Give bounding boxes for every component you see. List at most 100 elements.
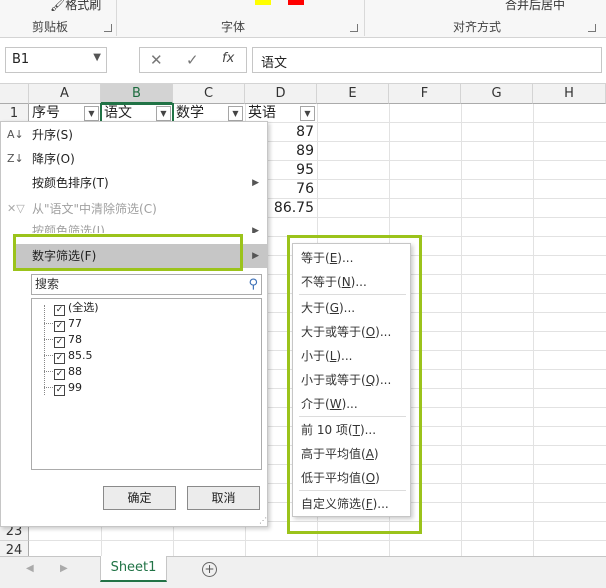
option-label-suffix: )... xyxy=(372,497,389,511)
tree-connector xyxy=(44,387,53,388)
option-label-suffix: )... xyxy=(350,275,367,289)
clear-filter-label: 从"语文"中清除筛选(C) xyxy=(32,202,157,216)
format-painter-button[interactable]: 🖌格式刷 xyxy=(50,0,101,13)
enter-icon[interactable]: ✓ xyxy=(186,51,199,69)
dropdown-arrow-icon: ▼ xyxy=(88,109,95,118)
checkbox-checked-icon[interactable]: ✓ xyxy=(54,385,65,396)
sort-ascending-item[interactable]: A↓ 升序(S) xyxy=(1,123,267,147)
search-icon[interactable]: ⚲ xyxy=(248,275,258,294)
checkbox-checked-icon[interactable]: ✓ xyxy=(54,305,65,316)
accelerator-key: W xyxy=(329,397,342,411)
list-item-select-all[interactable]: ✓ (全选) xyxy=(54,300,99,316)
column-header-e[interactable]: E xyxy=(317,84,389,104)
option-label: 介于( xyxy=(301,397,330,411)
sort-by-color-item[interactable]: 按颜色排序(T) ▶ xyxy=(1,171,267,195)
option-label-suffix: )... xyxy=(359,423,377,437)
accelerator-key: F xyxy=(365,497,373,511)
column-header-b[interactable]: B xyxy=(101,84,173,104)
number-filter-option[interactable]: 等于(E)... xyxy=(301,248,353,268)
merge-center-button[interactable]: 合并后居中 xyxy=(505,0,565,13)
formula-input[interactable]: 语文 xyxy=(252,47,602,73)
filter-dropdown-a[interactable]: ▼ xyxy=(84,106,99,121)
option-label-suffix: )... xyxy=(375,373,392,387)
select-all-corner[interactable] xyxy=(0,84,29,104)
menu-separator xyxy=(299,294,406,295)
filter-by-color-item[interactable]: 按颜色筛选(I) ▶ xyxy=(1,219,267,233)
checkbox-checked-icon[interactable]: ✓ xyxy=(54,353,65,364)
option-label: 不等于( xyxy=(301,275,342,289)
column-header-d[interactable]: D xyxy=(245,84,317,104)
option-label: 小于( xyxy=(301,349,330,363)
clipboard-launcher-icon[interactable] xyxy=(104,24,112,32)
option-label-suffix: ) xyxy=(375,471,380,485)
filter-dropdown-b[interactable]: ▼ xyxy=(156,106,171,121)
tab-sheet1[interactable]: Sheet1 xyxy=(100,556,167,582)
ok-button[interactable]: 确定 xyxy=(103,486,176,510)
fill-color-swatch[interactable] xyxy=(288,0,304,5)
number-filter-option[interactable]: 介于(W)... xyxy=(301,394,358,414)
filter-dropdown-d[interactable]: ▼ xyxy=(300,106,315,121)
option-label-suffix: ) xyxy=(373,447,379,461)
sort-descending-item[interactable]: Z↓ 降序(O) xyxy=(1,147,267,171)
accelerator-key: O xyxy=(365,325,376,339)
font-group-label: 字体 xyxy=(221,20,246,34)
font-color-swatch[interactable] xyxy=(255,0,271,5)
number-filter-option[interactable]: 不等于(N)... xyxy=(301,272,367,292)
number-filter-option[interactable]: 小于或等于(Q)... xyxy=(301,370,391,390)
option-label: 大于( xyxy=(301,301,330,315)
list-item[interactable]: ✓ 88 xyxy=(54,364,82,380)
name-box[interactable]: B1 ▼ xyxy=(5,47,107,73)
column-header-g[interactable]: G xyxy=(461,84,533,104)
option-label-suffix: )... xyxy=(339,301,356,315)
format-painter-label: 格式刷 xyxy=(65,0,102,12)
checkbox-checked-icon[interactable]: ✓ xyxy=(54,337,65,348)
alignment-launcher-icon[interactable] xyxy=(588,24,596,32)
column-header-a[interactable]: A xyxy=(29,84,101,104)
checkbox-checked-icon[interactable]: ✓ xyxy=(54,321,65,332)
tree-connector xyxy=(44,355,53,356)
number-filter-option[interactable]: 大于或等于(O)... xyxy=(301,322,391,342)
ribbon-separator xyxy=(364,0,365,36)
clear-filter-item[interactable]: ✕▽ 从"语文"中清除筛选(C) xyxy=(1,197,267,221)
option-label: 低于平均值( xyxy=(301,471,366,485)
number-filter-option[interactable]: 小于(L)... xyxy=(301,346,353,366)
column-header-h[interactable]: H xyxy=(533,84,606,104)
option-label-suffix: )... xyxy=(375,325,392,339)
resize-grip-icon[interactable]: ⋰ xyxy=(259,516,267,525)
ribbon: 🖌格式刷 剪贴板 字体 合并后居中 对齐方式 xyxy=(0,0,606,38)
tab-scroll-right-icon[interactable]: ▶ xyxy=(60,563,68,574)
option-label: 等于( xyxy=(301,251,330,265)
filter-search-input[interactable]: 搜索 ⚲ xyxy=(31,274,262,295)
add-sheet-icon[interactable]: + xyxy=(202,562,217,577)
cancel-icon[interactable]: ✕ xyxy=(150,51,163,69)
option-label: 自定义筛选( xyxy=(301,497,366,511)
submenu-arrow-icon: ▶ xyxy=(252,226,259,233)
accelerator-key: N xyxy=(341,275,351,289)
column-header-f[interactable]: F xyxy=(389,84,461,104)
list-item[interactable]: ✓ 78 xyxy=(54,332,82,348)
option-label-suffix: )... xyxy=(337,251,354,265)
gridline xyxy=(533,104,534,556)
list-item[interactable]: ✓ 99 xyxy=(54,380,82,396)
checkbox-checked-icon[interactable]: ✓ xyxy=(54,369,65,380)
list-item[interactable]: ✓ 85.5 xyxy=(54,348,93,364)
number-filters-submenu: 等于(E)... 不等于(N)... 大于(G)... 大于或等于(O)... 小于(L… xyxy=(292,243,411,517)
list-item[interactable]: ✓ 77 xyxy=(54,316,82,332)
number-filter-option[interactable]: 前 10 项(T)... xyxy=(301,420,376,440)
number-filter-option[interactable]: 高于平均值(A) xyxy=(301,444,379,464)
submenu-arrow-icon: ▶ xyxy=(252,251,259,261)
tab-scroll-left-icon[interactable]: ◀ xyxy=(26,563,34,574)
font-launcher-icon[interactable] xyxy=(350,24,358,32)
filter-dropdown-c[interactable]: ▼ xyxy=(228,106,243,121)
paintbrush-icon: 🖌 xyxy=(50,0,66,12)
chevron-down-icon[interactable]: ▼ xyxy=(93,52,101,63)
formula-buttons: ✕ ✓ fx xyxy=(139,47,247,73)
insert-function-icon[interactable]: fx xyxy=(222,51,234,66)
number-filter-option[interactable]: 大于(G)... xyxy=(301,298,355,318)
number-filter-option[interactable]: 低于平均值(O) xyxy=(301,468,380,488)
cancel-button[interactable]: 取消 xyxy=(187,486,260,510)
clear-filter-icon: ✕▽ xyxy=(7,202,25,215)
number-filter-option[interactable]: 自定义筛选(F)... xyxy=(301,494,389,514)
alignment-group-label: 对齐方式 xyxy=(453,20,502,34)
column-header-c[interactable]: C xyxy=(173,84,245,104)
